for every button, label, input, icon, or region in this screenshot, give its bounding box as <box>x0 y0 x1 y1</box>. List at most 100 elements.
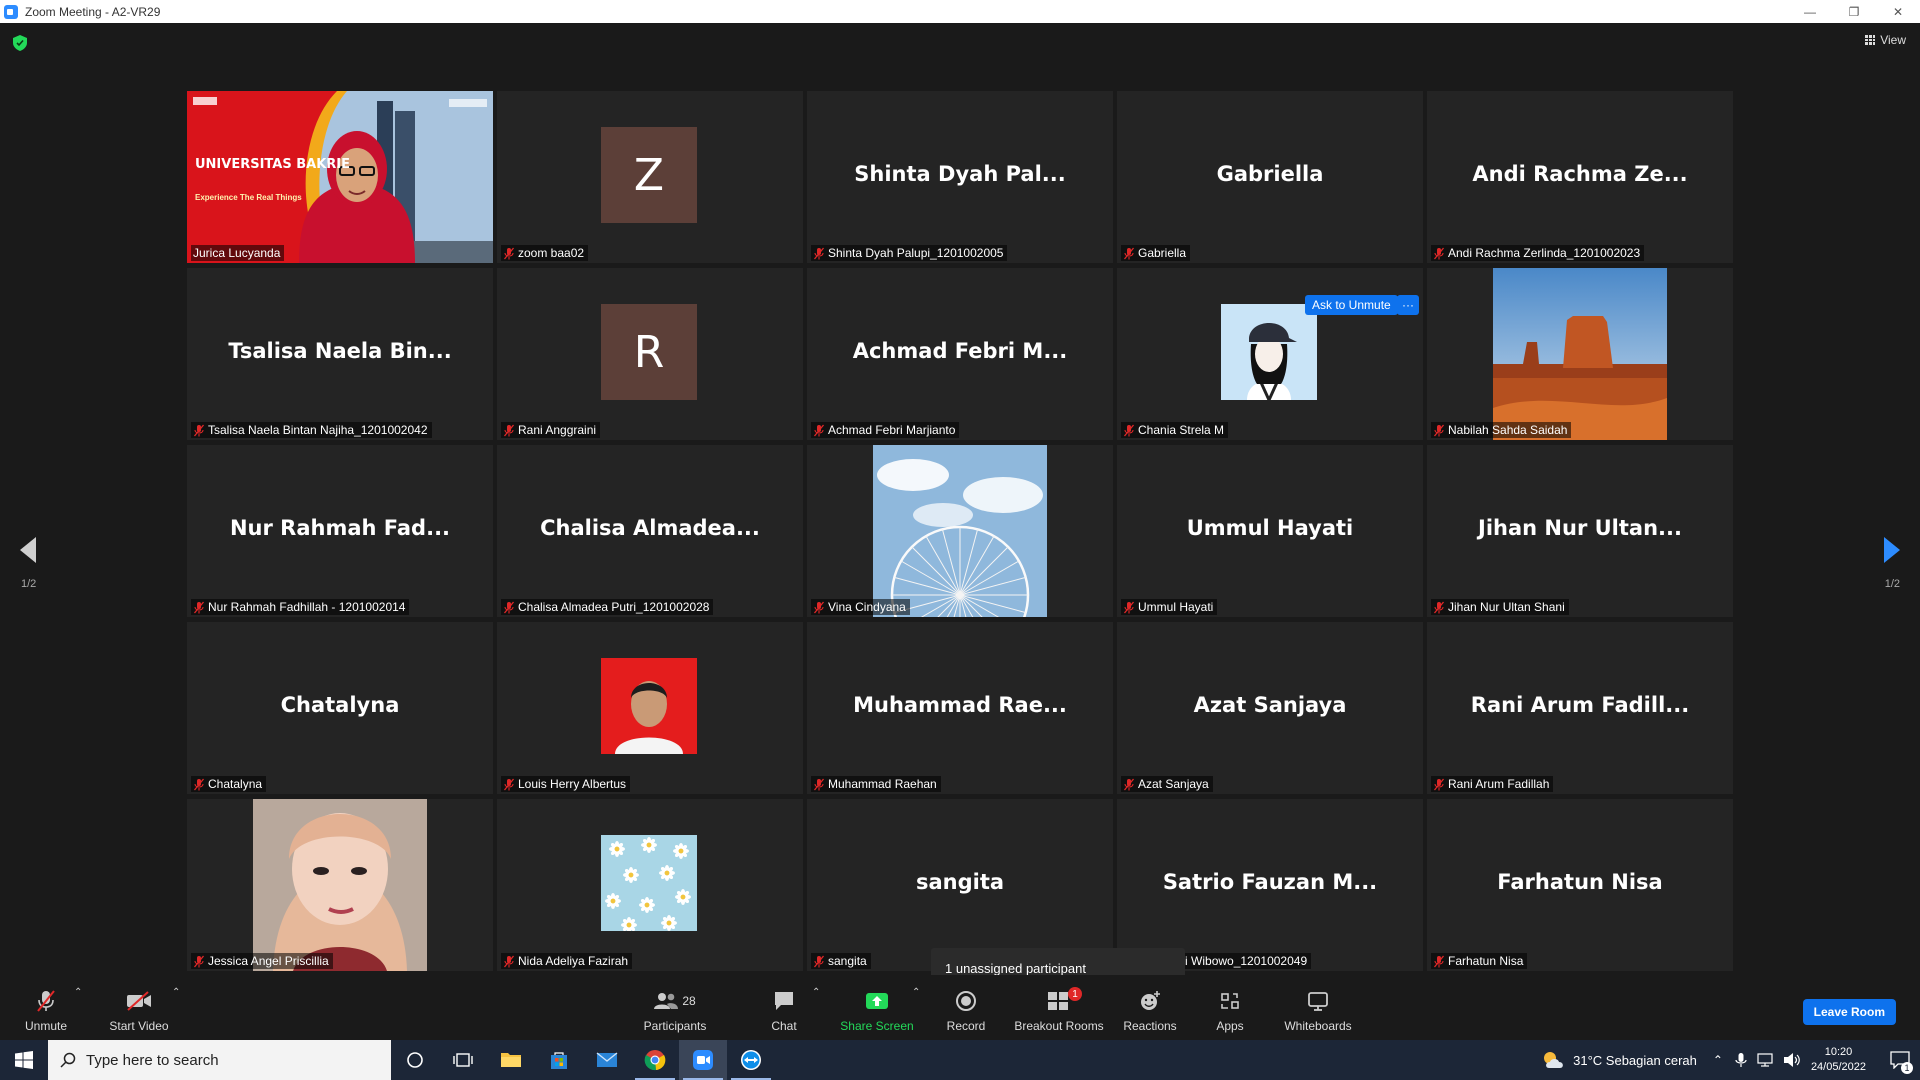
leave-room-button[interactable]: Leave Room <box>1802 999 1896 1025</box>
participant-tile[interactable]: Andi Rachma Ze... Andi Rachma Zerlinda_12… <box>1427 91 1733 263</box>
chat-label: Chat <box>771 1019 797 1033</box>
participant-tile[interactable]: Nabilah Sahda Saidah <box>1427 268 1733 440</box>
teamviewer-button[interactable] <box>727 1040 775 1080</box>
participant-tile[interactable]: Muhammad Rae... Muhammad Raehan <box>807 622 1113 794</box>
participant-name-label: Gabriella <box>1121 245 1191 261</box>
restore-button[interactable]: ❐ <box>1832 0 1876 23</box>
participant-display-name: Chatalyna <box>280 693 400 717</box>
muted-mic-icon <box>1433 424 1445 436</box>
show-hidden-icons-chevron-icon[interactable]: ⌃ <box>1713 1053 1723 1067</box>
participants-button[interactable]: 28 Participants <box>638 981 712 1033</box>
weather-text[interactable]: 31°C Sebagian cerah <box>1573 1053 1697 1068</box>
participant-tile[interactable]: Jessica Angel Priscillia <box>187 799 493 971</box>
folder-icon <box>501 1053 521 1067</box>
participant-tile[interactable]: Azat Sanjaya Azat Sanjaya <box>1117 622 1423 794</box>
windows-start-button[interactable] <box>0 1040 48 1080</box>
participant-display-name: Muhammad Rae... <box>853 693 1067 717</box>
taskbar-clock[interactable]: 10:20 24/05/2022 <box>1811 1045 1866 1075</box>
unmute-label: Unmute <box>24 1019 68 1033</box>
participant-tile[interactable]: Rani Arum Fadill... Rani Arum Fadillah <box>1427 622 1733 794</box>
participant-tile[interactable]: Shinta Dyah Pal... Shinta Dyah Palupi_120… <box>807 91 1113 263</box>
man-portrait-photo <box>601 658 697 754</box>
participant-tile[interactable]: Vina Cindyana <box>807 445 1113 617</box>
participant-tile[interactable]: R Rani Anggraini <box>497 268 803 440</box>
ask-to-unmute-button[interactable]: Ask to Unmute <box>1305 295 1398 315</box>
participant-name-label: sangita <box>811 953 871 969</box>
muted-mic-icon <box>503 601 515 613</box>
participant-tile[interactable]: Chalisa Almadea... Chalisa Almadea Putri_… <box>497 445 803 617</box>
chrome-button[interactable] <box>631 1040 679 1080</box>
participant-tile[interactable]: sangita sangita <box>807 799 1113 971</box>
participants-label: Participants <box>643 1019 707 1033</box>
muted-mic-icon <box>503 247 515 259</box>
participant-tile[interactable]: Farhatun Nisa Farhatun Nisa <box>1427 799 1733 971</box>
network-icon[interactable] <box>1757 1052 1775 1068</box>
audio-options-caret-icon[interactable]: ⌃ <box>74 987 82 998</box>
participant-tile[interactable]: Chania Strela M <box>1117 268 1423 440</box>
search-placeholder: Type here to search <box>86 1051 219 1069</box>
task-view-button[interactable] <box>439 1040 487 1080</box>
record-icon <box>953 989 979 1013</box>
participant-display-name: Gabriella <box>1216 162 1324 186</box>
record-button[interactable]: Record <box>940 981 992 1033</box>
security-shield-icon[interactable] <box>13 35 27 51</box>
share-options-caret-icon[interactable]: ⌃ <box>912 987 920 998</box>
participant-tile[interactable]: Nur Rahmah Fad... Nur Rahmah Fadhillah - … <box>187 445 493 617</box>
mail-button[interactable] <box>583 1040 631 1080</box>
reactions-button[interactable]: Reactions <box>1122 981 1178 1033</box>
participant-display-name: Satrio Fauzan M... <box>1162 870 1378 894</box>
participant-tile[interactable]: Nida Adeliya Fazirah <box>497 799 803 971</box>
muted-microphone-icon <box>33 989 59 1013</box>
participant-name: Jurica Lucyanda <box>193 246 281 260</box>
participant-tile[interactable]: Jihan Nur Ultan... Jihan Nur Ultan Shani <box>1427 445 1733 617</box>
participant-name-label: Shinta Dyah Palupi_1201002005 <box>811 245 1008 261</box>
unmute-button[interactable]: Unmute <box>20 981 72 1033</box>
minimize-button[interactable]: — <box>1788 0 1832 23</box>
teamviewer-icon <box>741 1050 761 1070</box>
chat-options-caret-icon[interactable]: ⌃ <box>812 987 820 998</box>
participant-name-label: Ummul Hayati <box>1121 599 1218 615</box>
chat-button[interactable]: Chat <box>762 981 806 1033</box>
share-screen-button[interactable]: Share Screen <box>840 981 914 1033</box>
microphone-tray-icon[interactable] <box>1735 1052 1747 1068</box>
participant-count: 28 <box>682 994 696 1008</box>
participant-name: Nabilah Sahda Saidah <box>1448 423 1568 437</box>
view-button[interactable]: View <box>1865 33 1906 47</box>
close-button[interactable]: ✕ <box>1876 0 1920 23</box>
file-explorer-button[interactable] <box>487 1040 535 1080</box>
muted-mic-icon <box>813 601 825 613</box>
participant-name: Nida Adeliya Fazirah <box>518 954 629 968</box>
previous-page-arrow-icon[interactable] <box>20 537 36 563</box>
participant-tile[interactable]: Gabriella Gabriella <box>1117 91 1423 263</box>
action-center-button[interactable]: 1 <box>1880 1040 1920 1080</box>
participant-tile[interactable]: Achmad Febri M... Achmad Febri Marjianto <box>807 268 1113 440</box>
start-video-button[interactable]: Start Video <box>104 981 174 1033</box>
participant-tile[interactable]: UNIVERSITAS BAKRIE Experience The Real Th… <box>187 91 493 263</box>
cortana-circle-icon <box>407 1052 423 1068</box>
video-options-caret-icon[interactable]: ⌃ <box>172 987 180 998</box>
participant-tile[interactable]: Chatalyna Chatalyna <box>187 622 493 794</box>
whiteboards-button[interactable]: Whiteboards <box>1282 981 1354 1033</box>
participant-tile[interactable]: Louis Herry Albertus <box>497 622 803 794</box>
muted-mic-icon <box>503 955 515 967</box>
participant-tile[interactable]: Tsalisa Naela Bin... Tsalisa Naela Bintan… <box>187 268 493 440</box>
next-page-arrow-icon[interactable] <box>1884 537 1900 563</box>
taskbar-search-box[interactable]: Type here to search <box>48 1040 391 1080</box>
participant-tile[interactable]: Satrio Fauzan M... auzan Mukti Wibowo_120… <box>1117 799 1423 971</box>
tile-more-options-button[interactable]: ··· <box>1397 295 1419 315</box>
apps-button[interactable]: Apps <box>1210 981 1250 1033</box>
reactions-label: Reactions <box>1123 1019 1177 1033</box>
window-title: Zoom Meeting - A2-VR29 <box>25 4 161 19</box>
cortana-button[interactable] <box>391 1040 439 1080</box>
breakout-rooms-button[interactable]: 1 Breakout Rooms <box>1012 981 1106 1033</box>
volume-icon[interactable] <box>1783 1052 1801 1068</box>
participant-name-label: Farhatun Nisa <box>1431 953 1528 969</box>
participant-tile[interactable]: Zzoom baa02 <box>497 91 803 263</box>
microsoft-store-button[interactable] <box>535 1040 583 1080</box>
muted-mic-icon <box>503 778 515 790</box>
breakout-badge: 1 <box>1068 987 1082 1001</box>
participants-icon <box>654 993 679 1009</box>
participant-name: Farhatun Nisa <box>1448 954 1524 968</box>
zoom-taskbar-button[interactable] <box>679 1040 727 1080</box>
participant-tile[interactable]: Ummul Hayati Ummul Hayati <box>1117 445 1423 617</box>
